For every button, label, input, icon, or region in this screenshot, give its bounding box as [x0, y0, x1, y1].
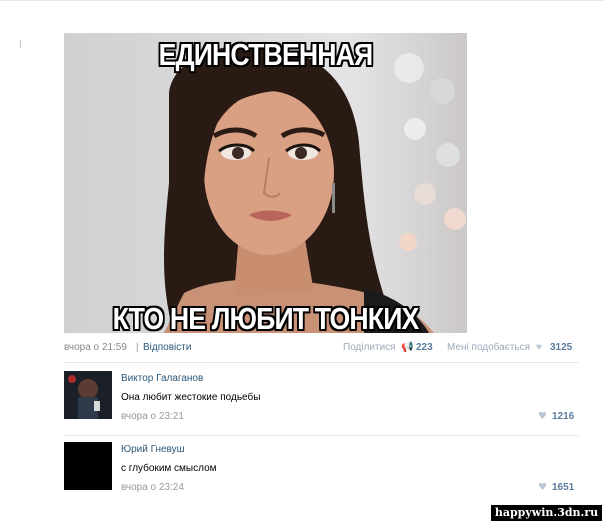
- portrait-illustration: [164, 45, 434, 333]
- comment-author[interactable]: Виктор Галаганов: [121, 373, 203, 384]
- post-image[interactable]: ЕДИНСТВЕННАЯ КТО НЕ ЛЮБИТ ТОНКИХ ШУТОК: [64, 33, 467, 333]
- comment-like-count: 1216: [552, 411, 575, 422]
- heart-icon[interactable]: ♥: [536, 342, 542, 353]
- post-time[interactable]: вчора о 21:59: [64, 342, 127, 353]
- comment-text: Она любит жестокие подьебы: [121, 392, 261, 403]
- heart-icon[interactable]: ♥: [538, 411, 547, 422]
- megaphone-icon[interactable]: 📢: [401, 342, 413, 353]
- comment-time[interactable]: вчора о 23:24: [121, 482, 184, 493]
- share-count: 223: [416, 342, 433, 353]
- watermark: happywin.3dn.ru: [491, 505, 602, 521]
- comment-like-count: 1651: [552, 482, 575, 493]
- avatar-image: [64, 371, 112, 419]
- avatar[interactable]: [64, 371, 112, 419]
- like-count: 3125: [550, 342, 573, 353]
- meme-caption-bottom: КТО НЕ ЛЮБИТ ТОНКИХ ШУТОК: [112, 301, 420, 333]
- comment-text: с глубоким смыслом: [121, 463, 217, 474]
- avatar[interactable]: [64, 442, 112, 490]
- reply-link[interactable]: Відповісти: [143, 342, 191, 353]
- divider: [64, 362, 579, 363]
- top-border: [0, 0, 604, 1]
- share-button[interactable]: Поділитися: [343, 342, 396, 353]
- like-button[interactable]: Мені подобається: [447, 342, 530, 353]
- divider: [64, 435, 579, 436]
- comment-item: Виктор Галаганов Она любит жестокие подь…: [64, 371, 579, 429]
- left-mark: [20, 40, 21, 48]
- comment-item: Юрий Гневуш с глубоким смыслом вчора о 2…: [64, 442, 579, 500]
- meta-separator: |: [136, 342, 139, 353]
- post-meta: вчора о 21:59 | Відповісти Поділитися 📢 …: [64, 342, 579, 356]
- meme-caption-top: ЕДИНСТВЕННАЯ: [158, 37, 374, 72]
- comment-author[interactable]: Юрий Гневуш: [121, 444, 185, 455]
- heart-icon[interactable]: ♥: [538, 482, 547, 493]
- comment-time[interactable]: вчора о 23:21: [121, 411, 184, 422]
